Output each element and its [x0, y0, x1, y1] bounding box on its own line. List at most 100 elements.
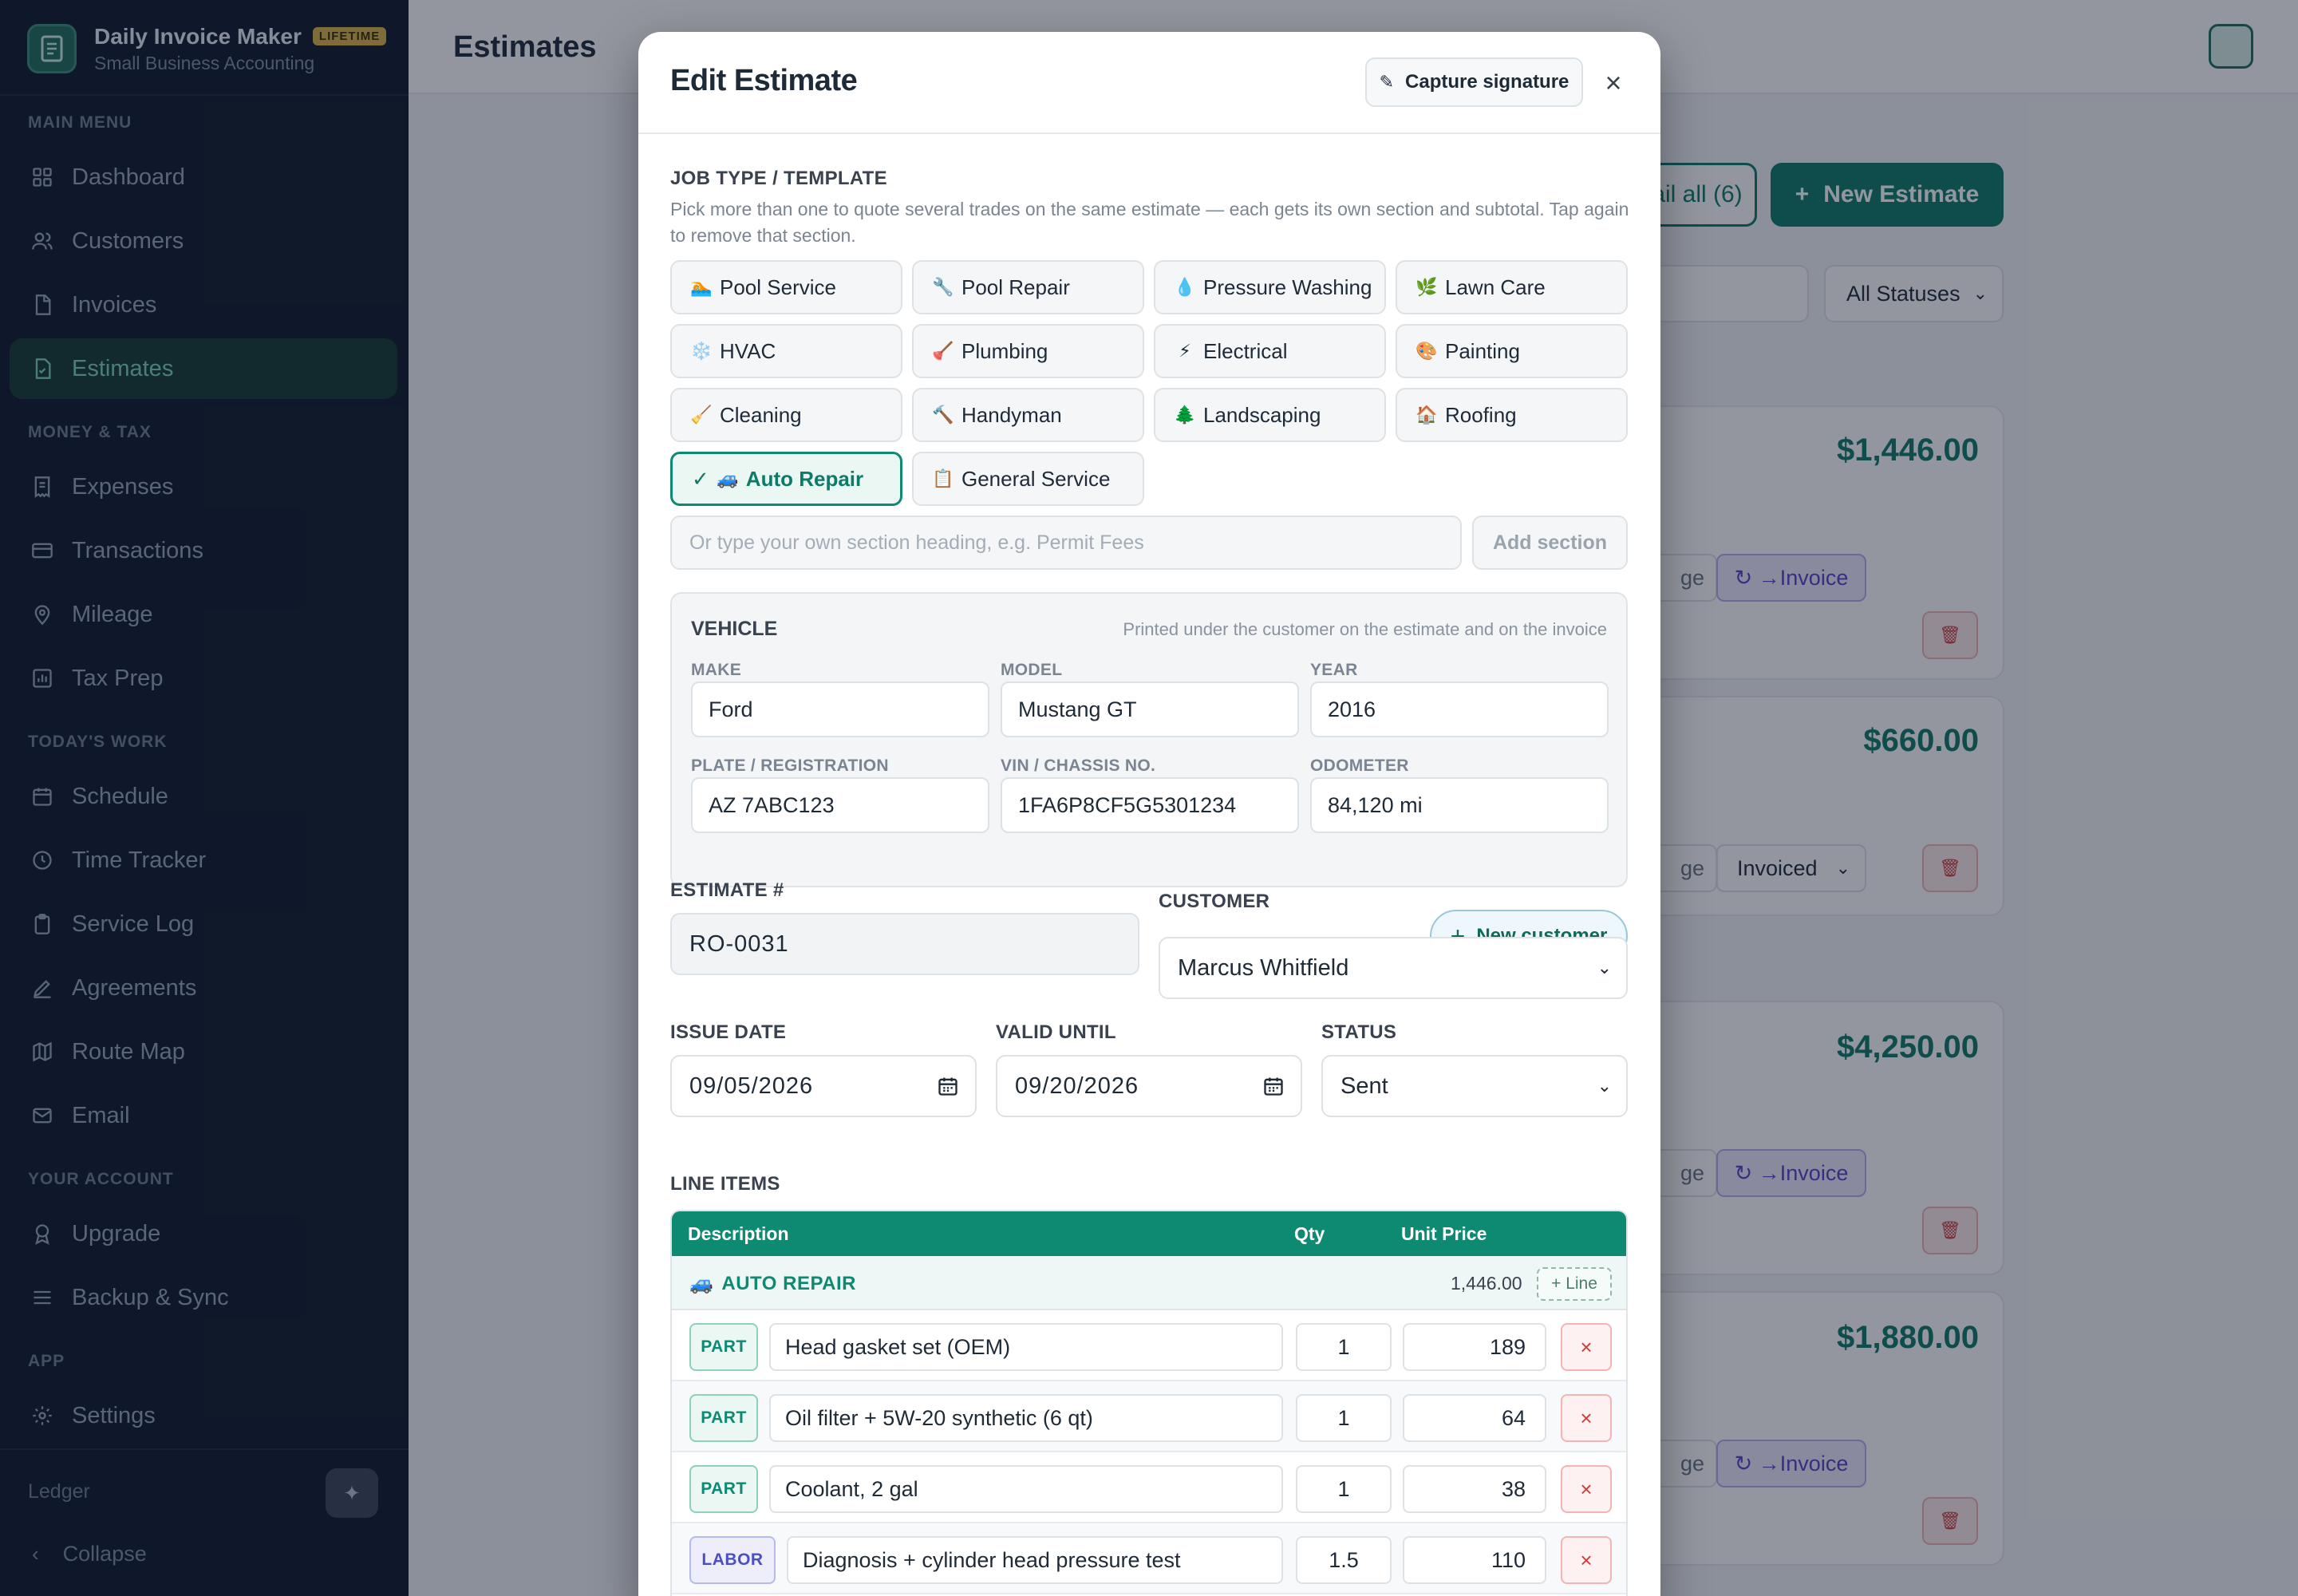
- vin-label: VIN / CHASSIS NO.: [1001, 757, 1156, 775]
- template-emoji-icon: 🧹: [690, 405, 713, 425]
- item-price-input[interactable]: 64: [1403, 1394, 1546, 1442]
- item-qty-input[interactable]: 1.5: [1296, 1536, 1392, 1584]
- year-label: YEAR: [1310, 661, 1358, 679]
- vehicle-note: Printed under the customer on the estima…: [1123, 619, 1607, 639]
- status-label: STATUS: [1321, 1021, 1397, 1043]
- line-items-label: LINE ITEMS: [670, 1173, 780, 1195]
- item-description-input[interactable]: Diagnosis + cylinder head pressure test: [787, 1536, 1283, 1584]
- template-emoji-icon: 🌲: [1174, 405, 1196, 425]
- year-input[interactable]: [1310, 681, 1609, 737]
- delete-line-button[interactable]: ×: [1561, 1394, 1612, 1442]
- template-emoji-icon: 🏊: [690, 277, 713, 297]
- valid-until-input[interactable]: 09/20/2026: [996, 1055, 1302, 1117]
- item-description-input[interactable]: Coolant, 2 gal: [769, 1465, 1283, 1513]
- make-label: MAKE: [691, 661, 742, 679]
- custom-section-input[interactable]: [670, 516, 1462, 570]
- table-row: PART Coolant, 2 gal 1 38 ×: [672, 1452, 1626, 1523]
- capture-signature-label: Capture signature: [1405, 71, 1570, 93]
- add-line-button[interactable]: + Line: [1537, 1267, 1612, 1301]
- item-price-input[interactable]: 38: [1403, 1465, 1546, 1513]
- template-emoji-icon: 🔧: [932, 277, 954, 297]
- template-general-service[interactable]: 📋 General Service: [912, 452, 1144, 506]
- template-pressure-washing[interactable]: 💧 Pressure Washing: [1154, 260, 1386, 314]
- plate-label: PLATE / REGISTRATION: [691, 757, 889, 775]
- template-pool-service[interactable]: 🏊 Pool Service: [670, 260, 902, 314]
- template-label: Painting: [1445, 338, 1520, 363]
- odometer-input[interactable]: [1310, 777, 1609, 833]
- template-label: Pressure Washing: [1203, 275, 1372, 299]
- template-emoji-icon: 🎨: [1416, 341, 1438, 361]
- item-kind-badge[interactable]: PART: [689, 1323, 758, 1371]
- item-qty-input[interactable]: 1: [1296, 1394, 1392, 1442]
- template-emoji-icon: 🔨: [932, 405, 954, 425]
- template-lawn-care[interactable]: 🌿 Lawn Care: [1396, 260, 1628, 314]
- template-label: Electrical: [1203, 338, 1288, 363]
- add-section-button[interactable]: Add section: [1472, 516, 1628, 570]
- item-price-input[interactable]: 110: [1403, 1536, 1546, 1584]
- model-input[interactable]: [1001, 681, 1299, 737]
- template-label: Plumbing: [961, 338, 1048, 363]
- make-input[interactable]: [691, 681, 989, 737]
- issue-date-label: ISSUE DATE: [670, 1021, 787, 1043]
- vehicle-title: VEHICLE: [691, 618, 778, 640]
- job-type-label: JOB TYPE / TEMPLATE: [670, 168, 887, 189]
- status-select[interactable]: Sent ⌄: [1321, 1055, 1628, 1117]
- car-icon: 🚙: [689, 1273, 714, 1294]
- item-kind-badge[interactable]: LABOR: [689, 1536, 776, 1584]
- customer-value: Marcus Whitfield: [1178, 954, 1349, 981]
- valid-until-value: 09/20/2026: [1015, 1073, 1139, 1099]
- template-emoji-icon: ❄️: [690, 341, 713, 361]
- model-label: MODEL: [1001, 661, 1063, 679]
- close-icon: ×: [1580, 1334, 1593, 1359]
- template-plumbing[interactable]: 🪠 Plumbing: [912, 324, 1144, 378]
- template-handyman[interactable]: 🔨 Handyman: [912, 388, 1144, 442]
- pencil-icon: ✎: [1379, 72, 1395, 92]
- modal-title: Edit Estimate: [670, 64, 858, 97]
- item-description-input[interactable]: Head gasket set (OEM): [769, 1323, 1283, 1371]
- table-row: LABOR Diagnosis + cylinder head pressure …: [672, 1523, 1626, 1594]
- item-description-input[interactable]: Oil filter + 5W-20 synthetic (6 qt): [769, 1394, 1283, 1442]
- template-emoji-icon: 🚙: [717, 468, 739, 488]
- template-emoji-icon: 📋: [932, 468, 954, 488]
- template-emoji-icon: 🌿: [1416, 277, 1438, 297]
- item-price-input[interactable]: 189: [1403, 1323, 1546, 1371]
- column-qty: Qty: [1294, 1223, 1325, 1244]
- template-roofing[interactable]: 🏠 Roofing: [1396, 388, 1628, 442]
- calendar-icon[interactable]: [937, 1075, 959, 1097]
- template-hvac[interactable]: ❄️ HVAC: [670, 324, 902, 378]
- close-icon: ×: [1580, 1476, 1593, 1501]
- template-painting[interactable]: 🎨 Painting: [1396, 324, 1628, 378]
- template-pool-repair[interactable]: 🔧 Pool Repair: [912, 260, 1144, 314]
- item-qty-input[interactable]: 1: [1296, 1465, 1392, 1513]
- template-emoji-icon: 🏠: [1416, 405, 1438, 425]
- template-cleaning[interactable]: 🧹 Cleaning: [670, 388, 902, 442]
- estimate-number-field: RO-0031: [670, 913, 1139, 975]
- template-label: Pool Service: [720, 275, 836, 299]
- template-electrical[interactable]: ⚡ Electrical: [1154, 324, 1386, 378]
- template-label: General Service: [961, 466, 1111, 491]
- delete-line-button[interactable]: ×: [1561, 1323, 1612, 1371]
- item-kind-badge[interactable]: PART: [689, 1394, 758, 1442]
- customer-select[interactable]: Marcus Whitfield ⌄: [1159, 937, 1628, 999]
- item-qty-input[interactable]: 1: [1296, 1323, 1392, 1371]
- delete-line-button[interactable]: ×: [1561, 1465, 1612, 1513]
- template-label: HVAC: [720, 338, 776, 363]
- template-auto-repair[interactable]: ✓ 🚙 Auto Repair: [670, 452, 902, 506]
- template-label: Cleaning: [720, 402, 802, 427]
- chevron-down-icon: ⌄: [1597, 958, 1612, 978]
- calendar-icon[interactable]: [1262, 1075, 1285, 1097]
- estimate-number-label: ESTIMATE #: [670, 879, 784, 901]
- section-subtotal: 1,446.00: [1451, 1273, 1522, 1294]
- vin-input[interactable]: [1001, 777, 1299, 833]
- check-icon: ✓: [692, 466, 709, 491]
- delete-line-button[interactable]: ×: [1561, 1536, 1612, 1584]
- issue-date-value: 09/05/2026: [689, 1073, 814, 1099]
- template-label: Pool Repair: [961, 275, 1070, 299]
- capture-signature-button[interactable]: ✎ Capture signature: [1365, 57, 1583, 107]
- issue-date-input[interactable]: 09/05/2026: [670, 1055, 977, 1117]
- item-kind-badge[interactable]: PART: [689, 1465, 758, 1513]
- template-landscaping[interactable]: 🌲 Landscaping: [1154, 388, 1386, 442]
- plate-input[interactable]: [691, 777, 989, 833]
- close-icon[interactable]: ×: [1597, 66, 1629, 99]
- template-label: Lawn Care: [1445, 275, 1546, 299]
